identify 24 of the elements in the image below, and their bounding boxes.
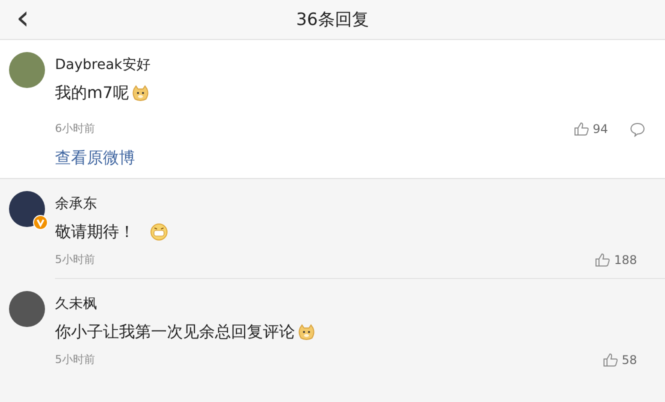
user-name[interactable]: Daybreak安好 — [55, 56, 150, 74]
page-title: 36条回复 — [296, 10, 369, 30]
thumbs-up-icon — [595, 253, 610, 267]
like-button[interactable]: 58 — [602, 351, 637, 369]
comment-text: 我的m7呢 — [55, 82, 129, 104]
timestamp: 5小时前 — [55, 352, 95, 368]
emoji-icon — [150, 223, 168, 241]
back-button[interactable]: ‹ — [10, 0, 36, 36]
comment-text: 你小子让我第一次见余总回复评论 — [55, 321, 295, 343]
thumbs-up-icon — [574, 122, 589, 136]
thumbs-up-icon — [602, 353, 618, 367]
user-name[interactable]: 久未枫 — [55, 295, 97, 313]
view-original-link[interactable]: 查看原微博 — [55, 146, 135, 170]
user-name[interactable]: 余承东 — [55, 195, 97, 213]
emoji-icon — [132, 84, 149, 102]
comment-icon[interactable] — [630, 122, 645, 136]
like-button[interactable]: 94 — [574, 120, 608, 138]
avatar[interactable] — [9, 191, 45, 227]
comment-text: 敬请期待！ — [55, 221, 135, 243]
avatar[interactable] — [9, 291, 45, 327]
like-button[interactable]: 188 — [595, 251, 637, 269]
emoji-icon — [298, 324, 315, 340]
timestamp: 6小时前 — [55, 120, 95, 137]
timestamp: 5小时前 — [55, 252, 95, 268]
